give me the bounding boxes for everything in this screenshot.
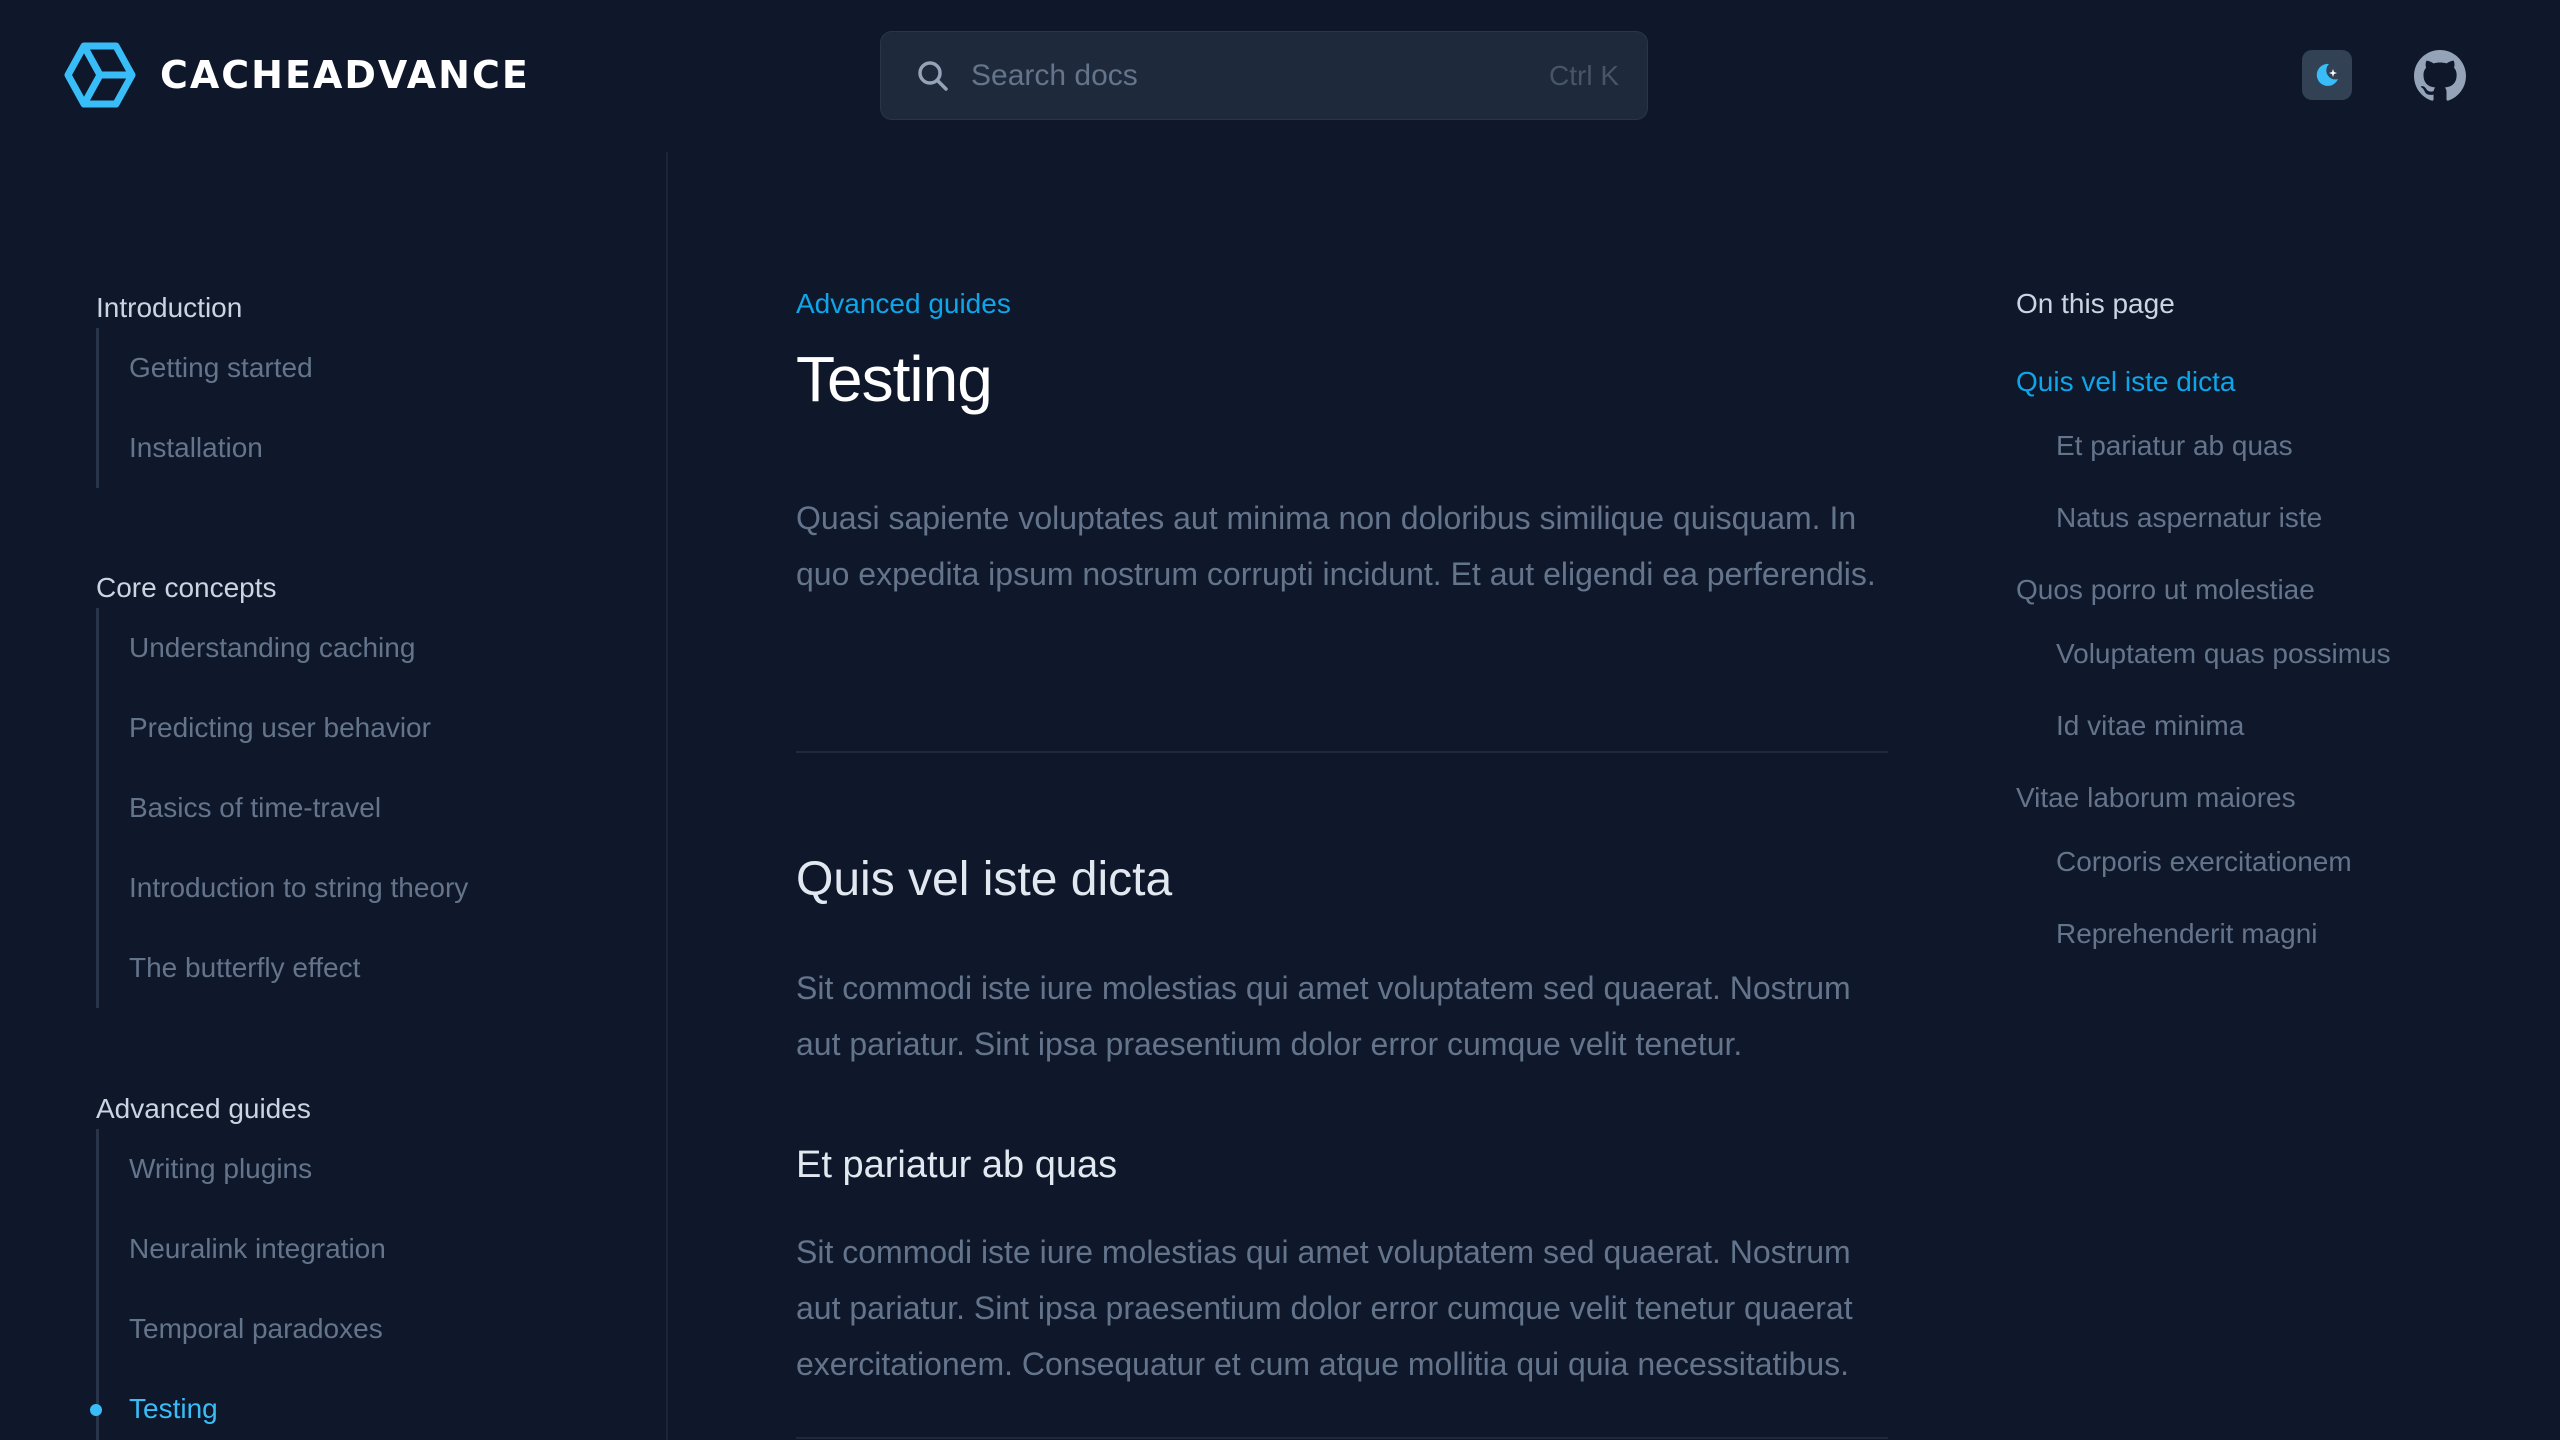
toc-link-corporis-exercitationem[interactable]: Corporis exercitationem	[2056, 846, 2352, 878]
top-header: CACHEADVANCE Search docs Ctrl K	[0, 0, 2560, 152]
sidebar-item-writing-plugins[interactable]: Writing plugins	[99, 1129, 386, 1209]
toc-title: On this page	[2016, 288, 2175, 319]
page-title: Testing	[796, 343, 993, 415]
divider	[796, 751, 1888, 753]
nav-list: Getting started Installation	[96, 328, 313, 488]
nav-section-title: Introduction	[96, 292, 243, 323]
theme-toggle-button[interactable]	[2302, 50, 2352, 100]
toc-link-et-pariatur-ab-quas[interactable]: Et pariatur ab quas	[2056, 430, 2293, 462]
toc-link-natus-aspernatur-iste[interactable]: Natus aspernatur iste	[2056, 502, 2322, 534]
toc-link-voluptatem-quas-possimus[interactable]: Voluptatem quas possimus	[2056, 638, 2391, 670]
toc-link-quos-porro-ut-molestiae[interactable]: Quos porro ut molestiae	[2016, 574, 2315, 606]
sidebar-item-getting-started[interactable]: Getting started	[99, 328, 313, 408]
nav-list: Understanding caching Predicting user be…	[96, 608, 468, 1008]
nav-section-core-concepts: Core concepts Understanding caching Pred…	[96, 568, 468, 1008]
section-heading: Quis vel iste dicta	[796, 853, 1173, 906]
toc-link-vitae-laborum-maiores[interactable]: Vitae laborum maiores	[2016, 782, 2296, 814]
nav-section-title: Core concepts	[96, 572, 277, 603]
toc-link-quis-vel-iste-dicta[interactable]: Quis vel iste dicta	[2016, 366, 2235, 398]
divider	[796, 1437, 1888, 1439]
sidebar-item-butterfly-effect[interactable]: The butterfly effect	[99, 928, 468, 1008]
search-icon	[918, 60, 948, 91]
sidebar-item-understanding-caching[interactable]: Understanding caching	[99, 608, 468, 688]
sidebar-item-string-theory[interactable]: Introduction to string theory	[99, 848, 468, 928]
hexagon-logo-icon	[64, 42, 136, 108]
moon-icon	[2316, 63, 2338, 86]
github-icon[interactable]	[2414, 50, 2466, 102]
nav-list: Writing plugins Neuralink integration Te…	[90, 1129, 386, 1440]
toc-link-id-vitae-minima[interactable]: Id vitae minima	[2056, 710, 2244, 742]
nav-section-title: Advanced guides	[96, 1093, 311, 1124]
section-paragraph: Sit commodi iste iure molestias qui amet…	[796, 970, 1851, 1062]
section-eyebrow: Advanced guides	[796, 288, 1011, 319]
toc-link-reprehenderit-magni[interactable]: Reprehenderit magni	[2056, 918, 2318, 950]
subsection-heading: Et pariatur ab quas	[796, 1144, 1118, 1186]
sidebar-item-temporal-paradoxes[interactable]: Temporal paradoxes	[99, 1289, 386, 1369]
lead-paragraph: Quasi sapiente voluptates aut minima non…	[796, 500, 1876, 592]
nav-section-introduction: Introduction Getting started Installatio…	[96, 288, 313, 488]
sidebar-item-installation[interactable]: Installation	[99, 408, 313, 488]
brand-logo[interactable]: CACHEADVANCE	[64, 42, 530, 108]
nav-section-advanced-guides: Advanced guides Writing plugins Neuralin…	[90, 1089, 386, 1440]
sidebar-item-testing[interactable]: Testing	[90, 1369, 386, 1440]
sidebar-item-predicting-user-behavior[interactable]: Predicting user behavior	[99, 688, 468, 768]
search-input[interactable]: Search docs Ctrl K	[880, 31, 1648, 120]
search-placeholder: Search docs	[971, 58, 1138, 92]
sidebar-item-neuralink-integration[interactable]: Neuralink integration	[99, 1209, 386, 1289]
subsection-paragraph: Sit commodi iste iure molestias qui amet…	[796, 1234, 1853, 1382]
sidebar-navigation: Introduction Getting started Installatio…	[0, 152, 668, 1440]
search-shortcut-hint: Ctrl K	[1549, 59, 1619, 91]
brand-name: CACHEADVANCE	[160, 53, 530, 97]
sidebar-item-basics-of-time-travel[interactable]: Basics of time-travel	[99, 768, 468, 848]
